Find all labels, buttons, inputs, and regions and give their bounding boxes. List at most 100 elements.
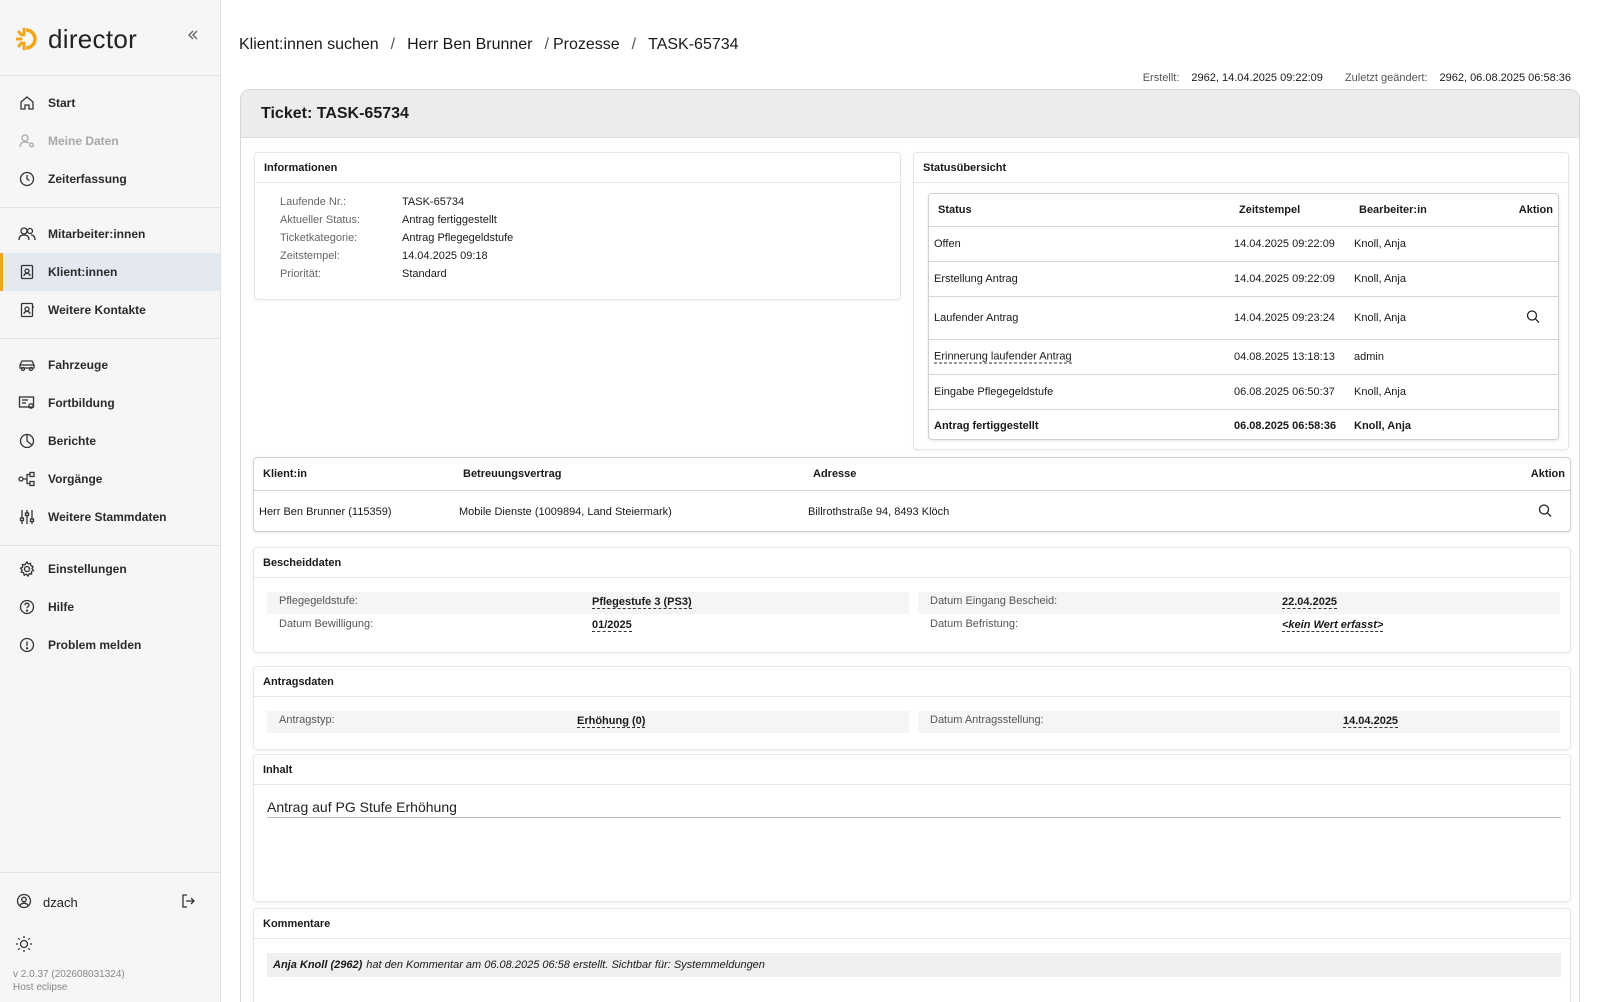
row-status: Offen xyxy=(934,238,961,250)
sidebar-item-weitere-kontakte[interactable]: Weitere Kontakte xyxy=(0,291,220,329)
breadcrumb-client[interactable]: Herr Ben Brunner xyxy=(407,36,532,54)
sidebar-item-klienten[interactable]: Klient:innen xyxy=(0,253,220,291)
breadcrumb-separator: / xyxy=(631,36,637,53)
col-betreuungsvertrag: Betreuungsvertrag xyxy=(463,468,562,480)
info-label: Zeitstempel: xyxy=(280,250,340,262)
table-row: Eingabe Pflegegeldstufe 06.08.2025 06:50… xyxy=(929,375,1558,410)
sidebar-item-start[interactable]: Start xyxy=(0,84,220,122)
row-time: 06.08.2025 06:58:36 xyxy=(1234,419,1337,432)
breadcrumb-prozesse[interactable]: Prozesse xyxy=(553,36,620,54)
row-time: 14.04.2025 09:22:09 xyxy=(1234,238,1335,250)
director-logo-icon xyxy=(15,26,42,52)
version-info: v 2.0.37 (202608031324) Host eclipse xyxy=(13,968,125,994)
breadcrumb-klienten-suchen[interactable]: Klient:innen suchen xyxy=(239,36,379,54)
sidebar-item-vorgaenge[interactable]: Vorgänge xyxy=(0,460,220,498)
sidebar-item-label: Fortbildung xyxy=(48,396,115,410)
logout-icon[interactable] xyxy=(180,893,196,912)
antragsstellung-value[interactable]: 14.04.2025 xyxy=(1343,715,1399,728)
row-client: Herr Ben Brunner (115359) xyxy=(259,506,392,518)
bewilligung-value[interactable]: 01/2025 xyxy=(592,619,632,632)
sidebar-item-fahrzeuge[interactable]: Fahrzeuge xyxy=(0,346,220,384)
sidebar-item-label: Mitarbeiter:innen xyxy=(48,227,146,241)
sidebar-item-mitarbeiter[interactable]: Mitarbeiter:innen xyxy=(0,215,220,253)
info-label: Laufende Nr.: xyxy=(280,196,347,208)
pie-chart-icon xyxy=(18,432,36,450)
double-chevron-left-icon[interactable] xyxy=(186,26,200,47)
info-value: TASK-65734 xyxy=(402,196,465,208)
col-bearbeiter: Bearbeiter:in xyxy=(1359,204,1427,216)
sidebar-item-fortbildung[interactable]: Fortbildung xyxy=(0,384,220,422)
sidebar-item-meine-daten[interactable]: Meine Daten xyxy=(0,122,220,160)
row-status-link[interactable]: Erinnerung laufender Antrag xyxy=(934,351,1072,364)
inhalt-text[interactable]: Antrag auf PG Stufe Erhöhung xyxy=(267,799,457,815)
sun-icon[interactable] xyxy=(15,935,33,956)
info-title: Informationen xyxy=(255,153,900,183)
search-icon[interactable] xyxy=(1538,504,1552,521)
version-text: v 2.0.37 (202608031324) xyxy=(13,969,125,980)
logo[interactable]: director xyxy=(15,22,137,56)
sidebar-item-weitere-stammdaten[interactable]: Weitere Stammdaten xyxy=(0,498,220,536)
gear-icon xyxy=(18,560,36,578)
row-status: Laufender Antrag xyxy=(934,312,1019,324)
host-text: Host eclipse xyxy=(13,982,68,993)
info-label: Aktueller Status: xyxy=(280,214,361,226)
kommentare-card: Kommentare Anja Knoll (2962) hat den Kom… xyxy=(253,908,1571,1002)
kommentare-title: Kommentare xyxy=(254,909,1570,939)
user-avatar-icon xyxy=(16,893,32,912)
sidebar-item-label: Berichte xyxy=(48,434,97,448)
sidebar-item-berichte[interactable]: Berichte xyxy=(0,422,220,460)
sliders-icon xyxy=(18,508,36,526)
sidebar-item-label: Start xyxy=(48,96,76,110)
info-value: Antrag fertiggestellt xyxy=(402,214,497,226)
divider xyxy=(0,545,220,546)
bewilligung-label: Datum Bewilligung: xyxy=(279,618,374,630)
row-user: Knoll, Anja xyxy=(1354,312,1406,324)
inhalt-card: Inhalt Antrag auf PG Stufe Erhöhung xyxy=(253,754,1571,902)
bescheid-card: Bescheiddaten Pflegegeldstufe: Pflegestu… xyxy=(253,547,1571,653)
alert-icon xyxy=(18,636,36,654)
sidebar-item-problem-melden[interactable]: Problem melden xyxy=(0,626,220,664)
status-title: Statusübersicht xyxy=(914,153,1568,183)
eingang-bescheid-value[interactable]: 22.04.2025 xyxy=(1282,596,1338,609)
clock-icon xyxy=(18,170,36,188)
field-row-bg xyxy=(267,592,909,614)
row-time: 14.04.2025 09:23:24 xyxy=(1234,312,1335,324)
row-status: Erstellung Antrag xyxy=(934,273,1018,285)
info-label: Priorität: xyxy=(280,268,321,280)
comment-author: Anja Knoll (2962) xyxy=(273,959,363,971)
table-header: Status Zeitstempel Bearbeiter:in Aktion xyxy=(929,194,1558,227)
inhalt-title: Inhalt xyxy=(254,755,1570,785)
sidebar-item-label: Problem melden xyxy=(48,638,142,652)
sidebar: director Start Meine Daten Zeiterfassung… xyxy=(0,0,221,1002)
befristung-label: Datum Befristung: xyxy=(930,618,1019,630)
col-zeitstempel: Zeitstempel xyxy=(1239,204,1301,216)
antragstyp-value[interactable]: Erhöhung (0) xyxy=(577,715,646,728)
col-aktion: Aktion xyxy=(1518,204,1553,216)
sidebar-item-label: Zeiterfassung xyxy=(48,172,127,186)
sidebar-item-hilfe[interactable]: Hilfe xyxy=(0,588,220,626)
sidebar-item-label: Fahrzeuge xyxy=(48,358,109,372)
changed-value: 2962, 06.08.2025 06:58:36 xyxy=(1439,72,1571,84)
changed-label: Zuletzt geändert: xyxy=(1344,72,1428,84)
ticket-title: Ticket: TASK-65734 xyxy=(241,90,1579,138)
befristung-value[interactable]: <kein Wert erfasst> xyxy=(1282,619,1384,632)
eingang-bescheid-label: Datum Eingang Bescheid: xyxy=(930,595,1058,607)
sidebar-item-label: Einstellungen xyxy=(48,562,127,576)
divider xyxy=(0,338,220,339)
sidebar-item-zeiterfassung[interactable]: Zeiterfassung xyxy=(0,160,220,198)
inhalt-underline xyxy=(267,817,1561,818)
username: dzach xyxy=(43,895,78,910)
row-user: Knoll, Anja xyxy=(1354,273,1406,285)
training-icon xyxy=(18,394,36,412)
sidebar-item-einstellungen[interactable]: Einstellungen xyxy=(0,550,220,588)
table-row: Laufender Antrag 14.04.2025 09:23:24 Kno… xyxy=(929,297,1558,340)
help-icon xyxy=(18,598,36,616)
users-icon xyxy=(18,225,36,243)
client-badge-icon xyxy=(18,263,36,281)
pflegegeldstufe-value[interactable]: Pflegestufe 3 (PS3) xyxy=(592,596,692,609)
search-icon[interactable] xyxy=(1526,310,1540,327)
user-profile[interactable]: dzach xyxy=(16,893,206,912)
antragstyp-label: Antragstyp: xyxy=(279,714,335,726)
table-row: Herr Ben Brunner (115359) Mobile Dienste… xyxy=(254,491,1570,533)
table-header: Klient:in Betreuungsvertrag Adresse Akti… xyxy=(254,458,1570,491)
